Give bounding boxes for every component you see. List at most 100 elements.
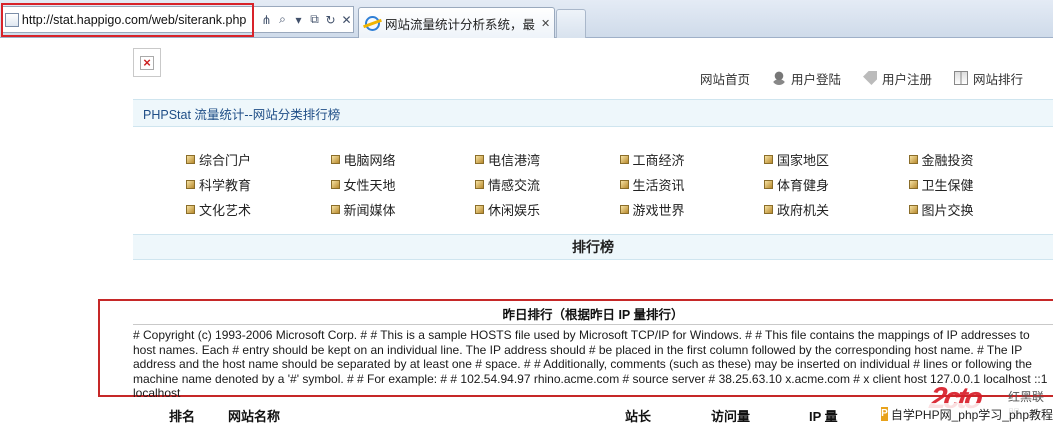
nav-login[interactable]: 用户登陆 xyxy=(772,69,841,88)
hosts-file-text: # Copyright (c) 1993-2006 Microsoft Corp… xyxy=(133,328,1048,400)
bullet-icon xyxy=(908,180,918,189)
category-link[interactable]: 电脑网络 xyxy=(330,150,476,169)
address-bar[interactable]: http://stat.happigo.com/web/siterank.php… xyxy=(2,6,354,33)
category-label: 工商经济 xyxy=(632,153,685,168)
bullet-icon xyxy=(619,180,629,189)
category-label: 图片交换 xyxy=(921,203,974,218)
bullet-icon xyxy=(186,205,195,214)
category-link[interactable]: 体育健身 xyxy=(764,175,909,194)
category-link[interactable]: 休闲娱乐 xyxy=(475,200,620,219)
category-link[interactable]: 新闻媒体 xyxy=(330,200,476,219)
close-icon[interactable]: ✕ xyxy=(541,17,550,30)
category-label: 电信港湾 xyxy=(488,153,541,168)
yesterday-title: 昨日排行（根据昨日 IP 量排行） xyxy=(502,308,684,322)
bullet-icon xyxy=(764,155,773,164)
category-label: 女性天地 xyxy=(343,178,396,193)
bullet-icon xyxy=(908,155,918,164)
nav-register-label: 用户注册 xyxy=(882,72,933,87)
bullet-icon xyxy=(764,180,773,189)
col-ip: IP 量 xyxy=(809,409,838,424)
category-label: 休闲娱乐 xyxy=(488,203,541,218)
category-label: 科学教育 xyxy=(199,178,252,193)
category-link[interactable]: 文化艺术 xyxy=(186,200,331,219)
col-rank: 排名 xyxy=(169,409,196,424)
refresh-icon[interactable]: ↻ xyxy=(324,13,337,27)
bullet-icon xyxy=(619,155,629,164)
php-icon: P xyxy=(881,407,888,421)
category-link[interactable]: 金融投资 xyxy=(908,150,1053,169)
category-link[interactable]: 情感交流 xyxy=(475,175,620,194)
bullet-icon xyxy=(908,205,918,214)
category-row: 文化艺术 新闻媒体 休闲娱乐 游戏世界 政府机关 图片交换 xyxy=(186,197,1053,222)
top-nav: 网站首页 用户登陆 用户注册 网站排行 xyxy=(700,69,1045,88)
category-label: 游戏世界 xyxy=(632,203,685,218)
category-label: 卫生保健 xyxy=(921,178,974,193)
category-label: 电脑网络 xyxy=(343,153,396,168)
broken-image-icon: × xyxy=(133,48,161,77)
category-link[interactable]: 女性天地 xyxy=(330,175,476,194)
category-label: 综合门户 xyxy=(199,153,252,168)
stop-icon[interactable]: ✕ xyxy=(340,13,353,27)
ie-icon xyxy=(365,15,380,31)
address-url[interactable]: http://stat.happigo.com/web/siterank.php xyxy=(22,13,256,27)
bullet-icon xyxy=(475,155,484,164)
nav-home-label: 网站首页 xyxy=(700,72,751,87)
compat-icon[interactable]: ⧉ xyxy=(308,12,321,27)
nav-register[interactable]: 用户注册 xyxy=(863,69,932,88)
category-link[interactable]: 综合门户 xyxy=(186,150,331,169)
grid-icon xyxy=(954,71,969,85)
category-label: 生活资讯 xyxy=(632,178,685,193)
compat-view-icon[interactable]: ⋔ xyxy=(260,13,273,27)
category-link[interactable]: 电信港湾 xyxy=(475,150,620,169)
category-label: 金融投资 xyxy=(921,153,974,168)
bullet-icon xyxy=(764,205,773,214)
tab-active[interactable]: 网站流量统计分析系统，最... ✕ xyxy=(358,7,555,38)
watermark-strip-text: 自学PHP网_php学习_php教程 xyxy=(890,407,1053,422)
col-site-name: 网站名称 xyxy=(228,409,281,424)
category-link[interactable]: 卫生保健 xyxy=(908,175,1053,194)
nav-home[interactable]: 网站首页 xyxy=(700,69,750,88)
category-label: 文化艺术 xyxy=(199,203,252,218)
bullet-icon xyxy=(619,205,629,214)
chevron-down-icon[interactable]: ▾ xyxy=(292,13,305,27)
category-link[interactable]: 工商经济 xyxy=(619,150,765,169)
rank-title-bar: 排行榜 xyxy=(133,234,1053,260)
category-link[interactable]: 生活资讯 xyxy=(619,175,765,194)
category-label: 新闻媒体 xyxy=(343,203,396,218)
bullet-icon xyxy=(475,180,484,189)
search-icon[interactable]: ⌕ xyxy=(276,12,289,27)
nav-login-label: 用户登陆 xyxy=(791,72,842,87)
watermark-strip: P 自学PHP网_php学习_php教程 xyxy=(881,403,1053,425)
nav-ranking-label: 网站排行 xyxy=(973,72,1024,87)
category-link[interactable]: 国家地区 xyxy=(764,150,909,169)
bullet-icon xyxy=(330,205,340,214)
category-label: 国家地区 xyxy=(777,153,830,168)
col-visits: 访问量 xyxy=(711,409,751,424)
tag-icon xyxy=(863,71,878,85)
new-tab-button[interactable] xyxy=(556,9,586,38)
tab-title: 网站流量统计分析系统，最... xyxy=(385,17,535,32)
category-label: 体育健身 xyxy=(777,178,830,193)
bullet-icon xyxy=(186,155,195,164)
category-link[interactable]: 图片交换 xyxy=(908,200,1053,219)
bullet-icon xyxy=(186,180,195,189)
category-label: 情感交流 xyxy=(488,178,541,193)
browser-toolbar: http://stat.happigo.com/web/siterank.php… xyxy=(0,0,1053,38)
col-webmaster: 站长 xyxy=(625,409,652,424)
category-link[interactable]: 科学教育 xyxy=(186,175,331,194)
user-icon xyxy=(772,71,787,85)
page-icon xyxy=(5,12,19,27)
bullet-icon xyxy=(475,205,484,214)
address-tools: ⋔ ⌕ ▾ ⧉ ↻ ✕ xyxy=(260,12,353,27)
nav-ranking[interactable]: 网站排行 xyxy=(954,69,1023,88)
section-title-bar: PHPStat 流量统计--网站分类排行榜 xyxy=(133,99,1053,127)
category-grid: 综合门户 电脑网络 电信港湾 工商经济 国家地区 金融投资 科学教育 女性天地 … xyxy=(186,147,1053,222)
divider xyxy=(133,324,1053,325)
category-label: 政府机关 xyxy=(777,203,830,218)
rank-title: 排行榜 xyxy=(572,239,614,255)
category-row: 综合门户 电脑网络 电信港湾 工商经济 国家地区 金融投资 xyxy=(186,147,1053,172)
category-link[interactable]: 政府机关 xyxy=(764,200,909,219)
category-row: 科学教育 女性天地 情感交流 生活资讯 体育健身 卫生保健 xyxy=(186,172,1053,197)
category-link[interactable]: 游戏世界 xyxy=(619,200,765,219)
bullet-icon xyxy=(330,155,340,164)
